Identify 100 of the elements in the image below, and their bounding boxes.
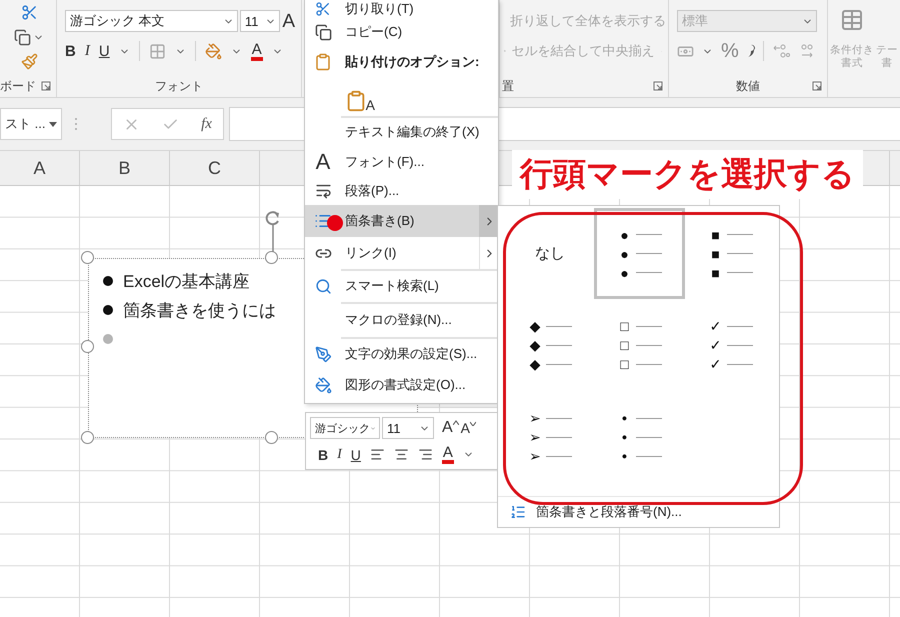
align-right-icon[interactable] xyxy=(418,447,433,462)
column-header[interactable]: B xyxy=(80,151,170,185)
underline-button[interactable]: U xyxy=(98,44,110,58)
bullet-symbol: • xyxy=(621,449,628,463)
text-line: Excelの基本講座 xyxy=(123,270,250,292)
font-size-field[interactable]: 11 xyxy=(382,417,434,439)
grow-font-button[interactable]: A xyxy=(282,12,295,30)
menu-item[interactable]: 切り取り(T) xyxy=(305,0,498,18)
font-color-button[interactable]: A xyxy=(442,445,454,464)
sample-line xyxy=(636,272,662,273)
menu-item[interactable]: A フォント(F)... xyxy=(305,147,498,176)
insert-function-button[interactable]: fx xyxy=(201,116,212,132)
bullet-symbol: ◆ xyxy=(528,338,542,352)
font-color-button[interactable]: A xyxy=(250,42,263,60)
copy-icon xyxy=(314,24,332,40)
bullet-option[interactable]: □ □ □ xyxy=(618,318,662,372)
paint-bucket-icon xyxy=(314,376,332,394)
bullet-symbol: ◆ xyxy=(528,357,542,371)
menu-item[interactable]: コピー(C) xyxy=(305,18,498,46)
sample-line xyxy=(726,234,752,235)
shrink-font-button[interactable]: A xyxy=(460,421,476,435)
bullet-option[interactable]: なし xyxy=(535,244,565,263)
menu-item[interactable]: 箇条書きと段落番号(N)... xyxy=(498,496,779,527)
bullet-option[interactable]: ● ● ● xyxy=(594,208,685,299)
copy-icon[interactable] xyxy=(14,28,31,46)
sample-line xyxy=(726,272,752,273)
resize-handle[interactable] xyxy=(265,251,278,264)
bullet-symbol: □ xyxy=(619,319,630,333)
bullet-symbol: • xyxy=(621,411,628,425)
bullet-symbol: ● xyxy=(619,246,630,260)
group-label: 置 xyxy=(502,78,514,94)
clipboard-icon xyxy=(314,53,332,71)
bullet-symbol: □ xyxy=(619,338,630,352)
bullet-symbol: ● xyxy=(619,266,630,280)
sample-line xyxy=(546,344,572,346)
bullet-symbol: ■ xyxy=(710,228,721,242)
table-icon[interactable] xyxy=(840,8,864,32)
bullet-symbol: ➢ xyxy=(528,411,542,425)
sample-line xyxy=(636,234,662,235)
font-name-field[interactable]: 游ゴシック xyxy=(310,417,380,439)
bold-button[interactable]: B xyxy=(65,44,76,58)
bullet-option[interactable]: ◆ ◆ ◆ xyxy=(528,318,572,372)
underline-button[interactable]: U xyxy=(350,448,361,462)
bullet-icon xyxy=(103,334,113,344)
pen-icon xyxy=(314,346,332,362)
bullet-symbol: ➢ xyxy=(528,449,542,463)
group-label: ボード xyxy=(0,78,36,94)
bullet-symbol: • xyxy=(621,430,628,444)
bullet-option[interactable]: ➢ ➢ ➢ xyxy=(528,410,572,464)
paintbrush-icon[interactable] xyxy=(20,53,38,70)
dialog-launcher-icon[interactable] xyxy=(41,81,51,91)
menu-item[interactable]: 段落(P)... xyxy=(305,176,498,205)
group-label: 数値 xyxy=(736,78,760,94)
font-size-field[interactable]: 11 xyxy=(240,10,280,32)
bullet-symbol: ◆ xyxy=(528,319,542,333)
paste-option-button[interactable]: A xyxy=(345,82,375,112)
resize-handle[interactable] xyxy=(81,340,94,353)
italic-button[interactable]: I xyxy=(337,448,342,462)
drag-handle-icon[interactable] xyxy=(74,117,78,131)
bullet-option[interactable]: ✓ ✓ ✓ xyxy=(708,318,752,372)
menu-item[interactable]: テキスト編集の終了(X) xyxy=(305,117,498,147)
bullet-symbol: ✓ xyxy=(708,319,722,333)
column-header[interactable]: C xyxy=(170,151,260,185)
resize-handle[interactable] xyxy=(81,431,94,444)
fill-color-icon[interactable] xyxy=(204,42,222,60)
sample-line xyxy=(636,436,662,438)
menu-item[interactable]: 箇条書き(B) xyxy=(305,205,498,237)
bold-button[interactable]: B xyxy=(318,448,328,462)
group-label: フォント xyxy=(155,78,203,94)
sample-line xyxy=(726,344,752,346)
align-center-icon[interactable] xyxy=(394,447,409,462)
font-icon: A xyxy=(316,150,330,172)
grow-font-button[interactable]: A xyxy=(442,420,459,436)
align-left-icon[interactable] xyxy=(370,447,385,462)
annotation-title: 行頭マークを選択する xyxy=(512,150,863,199)
sample-line xyxy=(726,253,752,254)
pointer-dot xyxy=(327,215,343,231)
sample-line xyxy=(546,436,572,438)
sample-line xyxy=(636,253,662,254)
font-name-field[interactable]: 游ゴシック 本文 xyxy=(65,10,238,32)
bullet-symbol: ■ xyxy=(710,246,721,260)
column-header[interactable]: A xyxy=(0,151,80,185)
bullet-option[interactable]: ■ ■ ■ xyxy=(708,227,752,280)
sample-line xyxy=(636,344,662,346)
bullet-icon xyxy=(103,305,113,315)
bullet-option[interactable]: • • • xyxy=(618,410,662,464)
bullet-symbol: ● xyxy=(619,228,630,242)
caret-down-icon xyxy=(470,421,476,426)
menu-heading: 貼り付けのオプション: xyxy=(305,46,498,78)
name-box[interactable]: スト ... xyxy=(0,108,62,140)
italic-button[interactable]: I xyxy=(84,44,90,58)
resize-handle[interactable] xyxy=(81,251,94,264)
resize-handle[interactable] xyxy=(265,431,278,444)
text-line: 箇条書きを使うには xyxy=(123,300,276,322)
numbered-list-icon xyxy=(510,504,526,520)
bullet-symbol: ✓ xyxy=(708,338,722,352)
borders-icon[interactable] xyxy=(148,42,166,60)
scissors-icon[interactable] xyxy=(20,4,38,21)
search-icon xyxy=(314,278,332,294)
scissors-icon xyxy=(315,1,331,17)
